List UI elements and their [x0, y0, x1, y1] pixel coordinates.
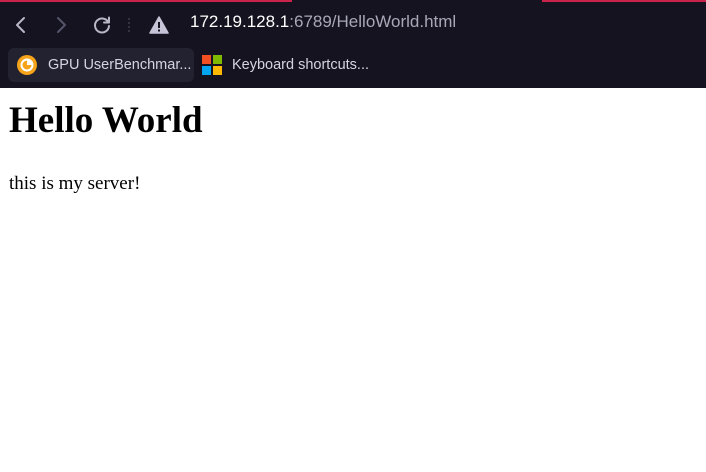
userbenchmark-icon	[17, 55, 37, 75]
toolbar-separator	[128, 17, 130, 33]
chevron-right-icon	[57, 17, 66, 33]
page-heading: Hello World	[9, 100, 203, 141]
address-path: :6789/HelloWorld.html	[289, 12, 457, 31]
browser-chrome: 172.19.128.1:6789/HelloWorld.html GPU Us…	[0, 0, 706, 88]
bookmark-label: Keyboard shortcuts...	[232, 57, 370, 73]
bookmark-keyboard-shortcuts[interactable]: Keyboard shortcuts...	[198, 48, 378, 82]
site-security-button[interactable]	[148, 14, 170, 36]
tab-accent-right	[542, 0, 706, 2]
bookmark-label: GPU UserBenchmar...	[48, 57, 192, 73]
warning-triangle-icon	[149, 16, 169, 34]
microsoft-logo-icon	[202, 55, 222, 75]
forward-button[interactable]	[48, 12, 74, 38]
address-host: 172.19.128.1	[190, 12, 290, 31]
address-bar[interactable]: 172.19.128.1:6789/HelloWorld.html	[190, 12, 456, 38]
bookmark-userbenchmark[interactable]: GPU UserBenchmar...	[8, 48, 194, 82]
chevron-left-icon	[16, 17, 25, 33]
page-content: Hello World this is my server!	[0, 88, 706, 472]
tab-accent-left	[0, 0, 292, 2]
reload-button[interactable]	[89, 12, 115, 38]
back-button[interactable]	[8, 12, 34, 38]
reload-icon	[94, 16, 110, 34]
page-paragraph: this is my server!	[9, 173, 141, 194]
